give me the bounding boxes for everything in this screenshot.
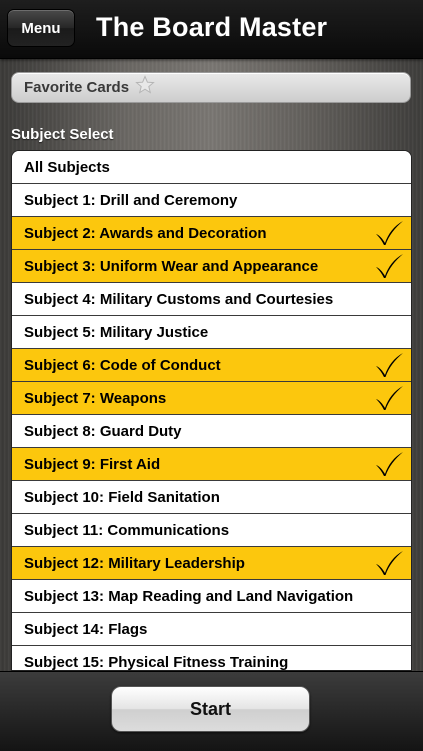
app-title: The Board Master (96, 12, 328, 42)
subject-row[interactable]: Subject 4: Military Customs and Courtesi… (12, 283, 411, 316)
checkmark-icon (373, 252, 405, 285)
checkmark-icon (373, 351, 405, 384)
subject-row[interactable]: Subject 2: Awards and Decoration (12, 217, 411, 250)
subject-row[interactable]: All Subjects (12, 151, 411, 184)
subject-label: Subject 7: Weapons (24, 389, 167, 407)
menu-button[interactable]: Menu (7, 9, 75, 47)
subject-label: Subject 1: Drill and Ceremony (24, 191, 238, 209)
favorite-cards-button[interactable]: Favorite Cards (11, 72, 411, 103)
subject-row[interactable]: Subject 9: First Aid (12, 448, 411, 481)
subject-label: Subject 8: Guard Duty (24, 422, 182, 440)
star-icon (135, 75, 155, 99)
start-button[interactable]: Start (111, 686, 310, 732)
favorite-cards-label: Favorite Cards (24, 79, 130, 96)
subject-label: Subject 15: Physical Fitness Training (24, 653, 289, 671)
nav-bar: Menu The Board Master (0, 0, 423, 59)
subject-row[interactable]: Subject 14: Flags (12, 613, 411, 646)
subject-row[interactable]: Subject 13: Map Reading and Land Navigat… (12, 580, 411, 613)
subject-label: Subject 4: Military Customs and Courtesi… (24, 290, 334, 308)
subject-row[interactable]: Subject 3: Uniform Wear and Appearance (12, 250, 411, 283)
subject-row[interactable]: Subject 15: Physical Fitness Training (12, 646, 411, 671)
subject-label: Subject 3: Uniform Wear and Appearance (24, 257, 319, 275)
subject-label: All Subjects (24, 158, 110, 176)
subject-row[interactable]: Subject 5: Military Justice (12, 316, 411, 349)
subject-label: Subject 12: Military Leadership (24, 554, 245, 572)
subject-label: Subject 10: Field Sanitation (24, 488, 220, 506)
subject-label: Subject 6: Code of Conduct (24, 356, 221, 374)
subject-label: Subject 2: Awards and Decoration (24, 224, 267, 242)
checkmark-icon (373, 219, 405, 252)
subject-row[interactable]: Subject 11: Communications (12, 514, 411, 547)
subject-label: Subject 5: Military Justice (24, 323, 209, 341)
subject-label: Subject 9: First Aid (24, 455, 161, 473)
subject-label: Subject 11: Communications (24, 521, 230, 539)
subject-row[interactable]: Subject 6: Code of Conduct (12, 349, 411, 382)
subject-list[interactable]: All Subjects Subject 1: Drill and Ceremon… (11, 150, 412, 671)
subject-row[interactable]: Subject 1: Drill and Ceremony (12, 184, 411, 217)
checkmark-icon (373, 450, 405, 483)
subject-row[interactable]: Subject 8: Guard Duty (12, 415, 411, 448)
subject-label: Subject 13: Map Reading and Land Navigat… (24, 587, 354, 605)
bottom-toolbar: Start (0, 671, 423, 751)
checkmark-icon (373, 549, 405, 582)
subject-row[interactable]: Subject 12: Military Leadership (12, 547, 411, 580)
subject-row[interactable]: Subject 7: Weapons (12, 382, 411, 415)
subject-select-heading: Subject Select (11, 126, 114, 143)
checkmark-icon (373, 384, 405, 417)
subject-label: Subject 14: Flags (24, 620, 148, 638)
subject-row[interactable]: Subject 10: Field Sanitation (12, 481, 411, 514)
